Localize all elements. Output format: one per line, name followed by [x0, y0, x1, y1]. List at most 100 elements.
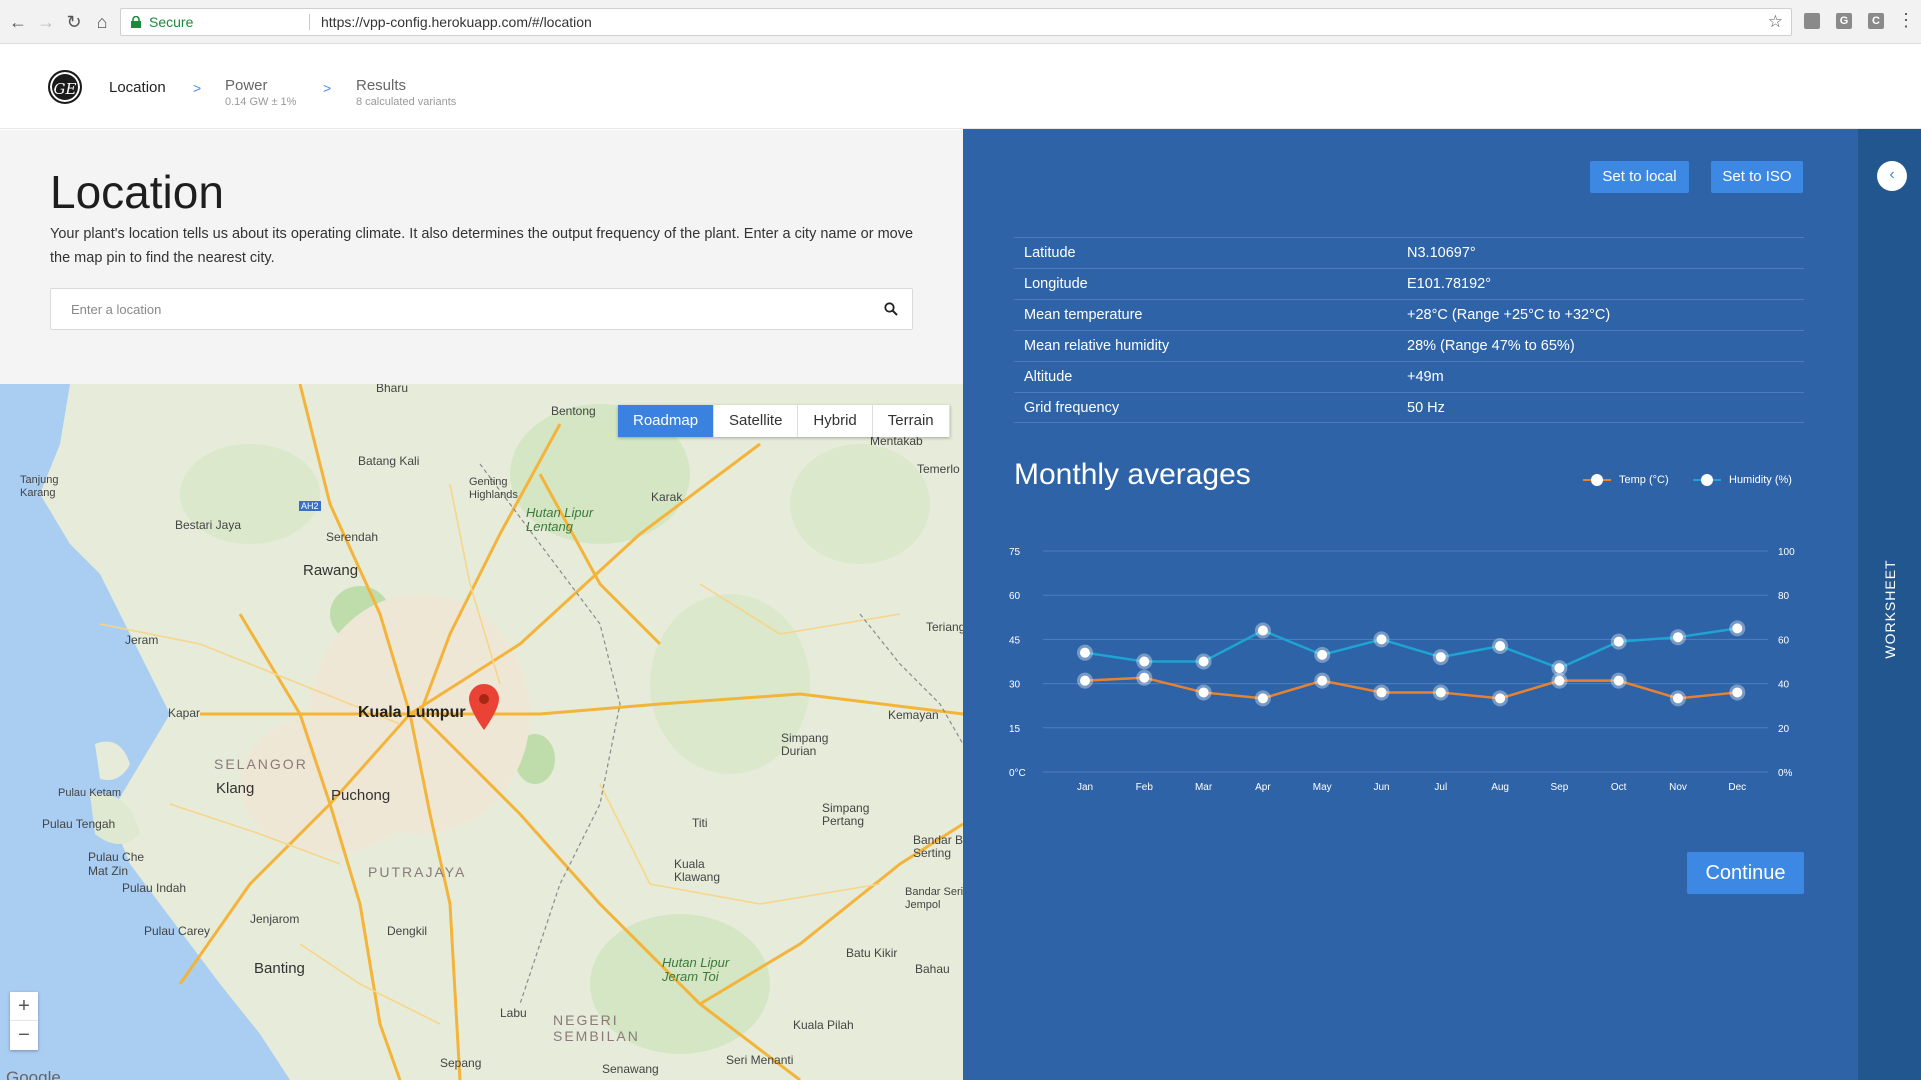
map-label-simpang-durian: Simpang Durian — [781, 731, 829, 758]
data-point-temp — [1554, 675, 1565, 686]
page-title: Location — [50, 166, 224, 218]
location-pin-icon[interactable] — [469, 684, 499, 730]
map-label-jeram: Jeram — [125, 633, 159, 647]
x-tick-label: Feb — [1136, 782, 1154, 793]
step-location-title: Location — [109, 79, 166, 96]
map-label-kapar: Kapar — [168, 706, 201, 720]
legend-temp-marker — [1583, 473, 1611, 487]
continue-button[interactable]: Continue — [1687, 852, 1804, 894]
map-label-pulau-che-mat-zin: Pulau Che Mat Zin — [88, 850, 145, 878]
info-value: E101.78192° — [1407, 276, 1492, 292]
browser-toolbar: ← → ↻ ⌂ Secure https://vpp-config.heroku… — [0, 0, 1921, 44]
map-label-banting: Banting — [254, 960, 305, 977]
address-bar[interactable]: Secure https://vpp-config.herokuapp.com/… — [120, 8, 1792, 36]
back-icon[interactable]: ← — [6, 10, 30, 34]
data-point-temp — [1495, 693, 1506, 704]
legend-temp-label: Temp (°C) — [1619, 474, 1669, 486]
google-attribution[interactable]: Google — [6, 1068, 61, 1080]
worksheet-label[interactable]: WORKSHEET — [1882, 559, 1898, 658]
map-label-bandar-bahru: Bandar B Serting — [913, 833, 963, 860]
info-row: Latitude N3.10697° — [1014, 237, 1804, 268]
climate-info-table: Latitude N3.10697° Longitude E101.78192° Mea… — [1014, 237, 1804, 423]
reload-icon[interactable]: ↻ — [62, 10, 86, 34]
y-right-tick-label: 40 — [1778, 680, 1790, 691]
worksheet-sidebar[interactable]: ‹ WORKSHEET — [1858, 129, 1921, 1080]
set-to-local-button[interactable]: Set to local — [1590, 161, 1689, 193]
data-point-temp — [1139, 672, 1150, 683]
step-power[interactable]: Power 0.14 GW ± 1% — [225, 77, 296, 108]
map-type-control: Roadmap Satellite Hybrid Terrain — [618, 405, 950, 437]
ge-logo[interactable]: GE — [48, 70, 82, 104]
forward-icon[interactable]: → — [34, 10, 58, 34]
data-point-temp — [1613, 675, 1624, 686]
map-label-kuala-pilah: Kuala Pilah — [793, 1018, 854, 1032]
info-value: +49m — [1407, 369, 1444, 385]
legend-temp: Temp (°C) — [1583, 473, 1669, 487]
step-separator: > — [323, 80, 332, 96]
map-label-simpang-pertang: Simpang Pertang — [822, 801, 870, 828]
map-label-bestari-jaya: Bestari Jaya — [175, 518, 242, 532]
page-description: Your plant's location tells us about its… — [50, 226, 914, 266]
step-results[interactable]: Results 8 calculated variants — [356, 77, 456, 108]
map-label-klang: Klang — [216, 780, 255, 797]
map-label-jenjarom: Jenjarom — [250, 912, 300, 926]
zoom-out-button[interactable]: − — [10, 1021, 38, 1050]
legend-humidity-label: Humidity (%) — [1729, 474, 1792, 486]
search-icon[interactable] — [884, 302, 898, 316]
x-tick-label: Apr — [1255, 782, 1271, 793]
extension-c-icon[interactable]: C — [1868, 13, 1884, 29]
zoom-control: + − — [10, 992, 38, 1050]
zoom-in-button[interactable]: + — [10, 992, 38, 1021]
info-value: +28°C (Range +25°C to +32°C) — [1407, 307, 1611, 323]
y-right-tick-label: 100 — [1778, 547, 1795, 558]
map[interactable]: Kuala Lumpur Klang Puchong Rawang SELANG… — [0, 384, 963, 1080]
map-label-hutan-lentang: Hutan Lipur Lentang — [526, 505, 594, 534]
info-key: Altitude — [1024, 369, 1073, 385]
url-text[interactable]: https://vpp-config.herokuapp.com/#/locat… — [321, 9, 592, 35]
x-tick-label: Oct — [1611, 782, 1627, 793]
x-tick-label: Jan — [1077, 782, 1093, 793]
map-label-rawang: Rawang — [303, 562, 359, 579]
map-label-negeri-sembilan: NEGERI SEMBILAN — [553, 1012, 640, 1044]
map-type-hybrid[interactable]: Hybrid — [798, 405, 873, 437]
address-separator — [309, 14, 310, 30]
extension-icon[interactable] — [1804, 13, 1820, 29]
chart-title: Monthly averages — [1014, 458, 1251, 491]
info-key: Latitude — [1024, 245, 1076, 261]
map-type-roadmap[interactable]: Roadmap — [618, 405, 715, 437]
map-label-ah2: AH2 — [299, 501, 321, 511]
map-label-pulau-carey: Pulau Carey — [144, 924, 211, 938]
map-type-terrain[interactable]: Terrain — [872, 405, 950, 437]
location-section: Location Your plant's location tells us … — [0, 130, 963, 384]
map-type-satellite[interactable]: Satellite — [714, 405, 799, 437]
map-label-bandar-seri-jempol: Bandar Seri Jempol — [905, 886, 963, 911]
x-tick-label: Jun — [1373, 782, 1389, 793]
data-point-temp — [1732, 687, 1743, 698]
app-header: GE Location > Power 0.14 GW ± 1% > Resul… — [0, 44, 1921, 129]
extension-g-icon[interactable]: G — [1836, 13, 1852, 29]
step-location[interactable]: Location — [109, 79, 166, 96]
bookmark-star-icon[interactable]: ☆ — [1768, 9, 1783, 35]
info-key: Mean relative humidity — [1024, 338, 1170, 354]
info-value: 50 Hz — [1407, 400, 1445, 416]
home-icon[interactable]: ⌂ — [90, 10, 114, 34]
data-point-humidity — [1435, 652, 1446, 663]
info-key: Grid frequency — [1024, 400, 1120, 416]
map-label-putrajaya: PUTRAJAYA — [368, 864, 467, 880]
x-tick-label: May — [1313, 782, 1332, 793]
y-left-tick-label: 60 — [1009, 591, 1021, 602]
y-left-tick-label: 15 — [1009, 724, 1021, 735]
legend-humidity-marker — [1693, 473, 1721, 487]
collapse-chevron-icon[interactable]: ‹ — [1877, 161, 1907, 191]
map-label-labu: Labu — [500, 1006, 527, 1020]
legend-humidity: Humidity (%) — [1693, 473, 1792, 487]
x-tick-label: Jul — [1434, 782, 1447, 793]
browser-menu-icon[interactable]: ⋮ — [1897, 10, 1915, 31]
set-to-iso-button[interactable]: Set to ISO — [1711, 161, 1803, 193]
map-label-kuala-klawang: Kuala Klawang — [674, 857, 721, 884]
data-point-temp — [1435, 687, 1446, 698]
map-label-puchong: Puchong — [331, 787, 391, 804]
map-label-pulau-ketam: Pulau Ketam — [58, 787, 121, 799]
location-search-input[interactable] — [51, 289, 871, 329]
series-line-temp — [1084, 676, 1738, 700]
